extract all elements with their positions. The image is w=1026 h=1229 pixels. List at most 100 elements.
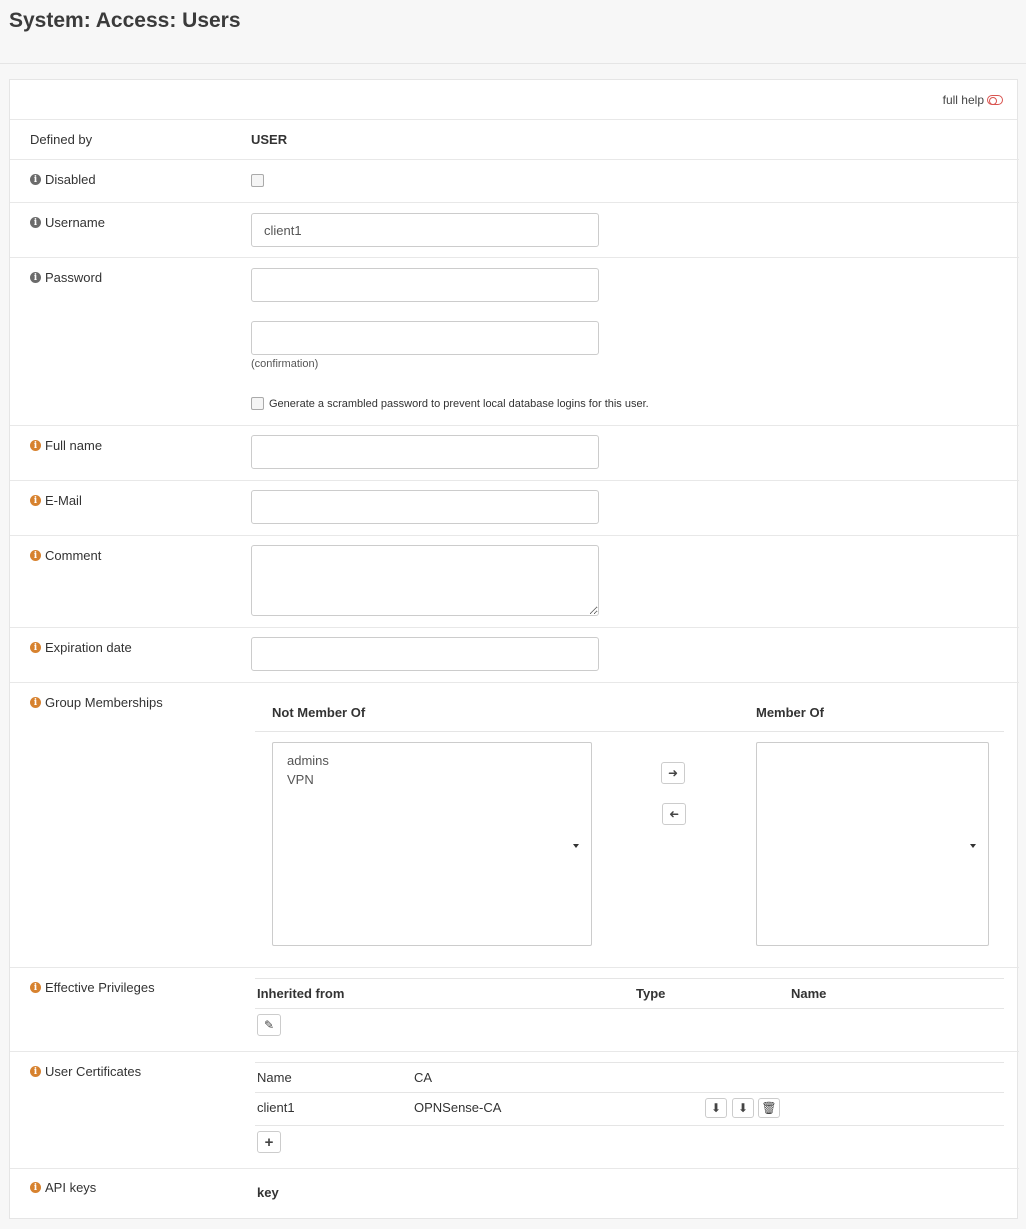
delete-cert-button[interactable]: 🗑 (758, 1098, 780, 1118)
defined-by-value: USER (251, 132, 288, 147)
username-label: Username (45, 215, 105, 230)
cert-row-name: client1 (257, 1100, 295, 1115)
info-icon[interactable]: i (30, 217, 41, 228)
api-keys-row: i API keys key (10, 1169, 1019, 1229)
privileges-label-wrap: i Effective Privileges (30, 980, 155, 995)
password-input[interactable] (251, 268, 599, 302)
privileges-header-line (255, 1008, 1004, 1009)
add-to-member-button[interactable]: ➜ (661, 762, 685, 784)
info-icon[interactable]: i (30, 982, 41, 993)
member-listbox[interactable] (756, 742, 989, 946)
info-icon[interactable]: i (30, 272, 41, 283)
certificates-label-wrap: i User Certificates (30, 1064, 141, 1079)
info-icon[interactable]: i (30, 1066, 41, 1077)
password-confirm-input[interactable] (251, 321, 599, 355)
api-keys-col-key: key (257, 1185, 279, 1200)
defined-by-row: Defined by USER (10, 120, 1019, 160)
disabled-label: Disabled (45, 172, 96, 187)
comment-label-wrap: i Comment (30, 548, 101, 563)
comment-label: Comment (45, 548, 102, 563)
pencil-icon: ✎ (263, 1018, 275, 1032)
username-label-wrap: i Username (30, 215, 105, 230)
page-header: System: Access: Users (0, 0, 1026, 64)
scramble-wrap: Generate a scrambled password to prevent… (251, 397, 649, 410)
expiration-label-wrap: i Expiration date (30, 640, 132, 655)
arrow-left-icon: ➜ (668, 807, 680, 821)
info-icon[interactable]: i (30, 697, 41, 708)
groups-divider (255, 731, 1004, 732)
info-icon[interactable]: i (30, 495, 41, 506)
privileges-col-inherited: Inherited from (257, 986, 345, 1001)
list-item[interactable]: VPN (287, 770, 577, 789)
member-header: Member Of (756, 705, 824, 720)
cert-col-name: Name (257, 1070, 292, 1085)
email-row: i E-Mail (10, 481, 1019, 536)
comment-row: i Comment (10, 536, 1019, 628)
caret-down-icon (573, 844, 579, 848)
password-label: Password (45, 270, 103, 285)
cert-row-ca: OPNSense-CA (414, 1100, 502, 1115)
cert-col-ca: CA (414, 1070, 433, 1085)
user-form-card: full help Defined by USER i Disabled i U… (9, 79, 1019, 1219)
user-certificates-row: i User Certificates Name CA client1 OPNS… (10, 1052, 1019, 1169)
api-keys-label-wrap: i API keys (30, 1180, 96, 1195)
add-certificate-button[interactable]: + (257, 1131, 281, 1153)
not-member-listbox[interactable]: admins VPN (272, 742, 592, 946)
page-title: System: Access: Users (9, 9, 241, 32)
full-help-toggle[interactable]: full help (943, 93, 1003, 107)
plus-icon: + (264, 1133, 274, 1151)
info-icon[interactable]: i (30, 174, 41, 185)
full-name-row: i Full name (10, 426, 1019, 481)
expiration-label: Expiration date (45, 640, 132, 655)
list-item[interactable]: admins (287, 751, 577, 770)
expiration-row: i Expiration date (10, 628, 1019, 683)
group-memberships-row: i Group Memberships Not Member Of Member… (10, 683, 1019, 968)
remove-from-member-button[interactable]: ➜ (662, 803, 686, 825)
privileges-label: Effective Privileges (45, 980, 155, 995)
edit-privileges-button[interactable]: ✎ (257, 1014, 281, 1036)
full-help-label: full help (942, 93, 984, 107)
effective-privileges-row: i Effective Privileges Inherited from Ty… (10, 968, 1019, 1052)
scramble-checkbox[interactable] (251, 397, 264, 410)
privileges-col-type: Type (636, 986, 666, 1001)
disabled-checkbox[interactable] (251, 174, 264, 187)
confirmation-note: (confirmation) (251, 358, 319, 370)
info-icon[interactable]: i (30, 550, 41, 561)
info-icon[interactable]: i (30, 642, 41, 653)
disabled-label-wrap: i Disabled (30, 172, 96, 187)
expiration-input[interactable] (251, 637, 599, 671)
export-cert-button[interactable]: ⬇ (705, 1098, 727, 1118)
full-name-input[interactable] (251, 435, 599, 469)
comment-textarea[interactable] (251, 545, 599, 616)
export-key-button[interactable]: ⬇ (732, 1098, 754, 1118)
privileges-top-line (255, 978, 1004, 979)
cert-top-line (255, 1062, 1004, 1063)
info-icon[interactable]: i (30, 440, 41, 451)
privileges-col-name: Name (791, 986, 827, 1001)
email-input[interactable] (251, 490, 599, 524)
disabled-row: i Disabled (10, 160, 1019, 203)
email-label-wrap: i E-Mail (30, 493, 82, 508)
password-label-wrap: i Password (30, 270, 102, 285)
cert-row-line (255, 1125, 1004, 1126)
password-row: i Password (confirmation) Generate a scr… (10, 258, 1019, 426)
arrow-down-icon: ⬇ (737, 1101, 749, 1115)
caret-down-icon (970, 844, 976, 848)
full-name-label-wrap: i Full name (30, 438, 102, 453)
arrow-down-icon: ⬇ (710, 1101, 722, 1115)
full-name-label: Full name (45, 438, 103, 453)
trash-icon: 🗑 (761, 1101, 777, 1115)
username-input[interactable] (251, 213, 599, 247)
cert-header-line (255, 1092, 1004, 1093)
arrow-right-icon: ➜ (667, 766, 679, 780)
username-row: i Username (10, 203, 1019, 258)
groups-label-wrap: i Group Memberships (30, 695, 163, 710)
help-row: full help (10, 80, 1017, 120)
toggle-icon (987, 95, 1003, 105)
groups-label: Group Memberships (45, 695, 163, 710)
info-icon[interactable]: i (30, 1182, 41, 1193)
defined-by-label: Defined by (30, 132, 93, 147)
not-member-header: Not Member Of (272, 705, 366, 720)
email-label: E-Mail (45, 493, 82, 508)
certificates-label: User Certificates (45, 1064, 142, 1079)
